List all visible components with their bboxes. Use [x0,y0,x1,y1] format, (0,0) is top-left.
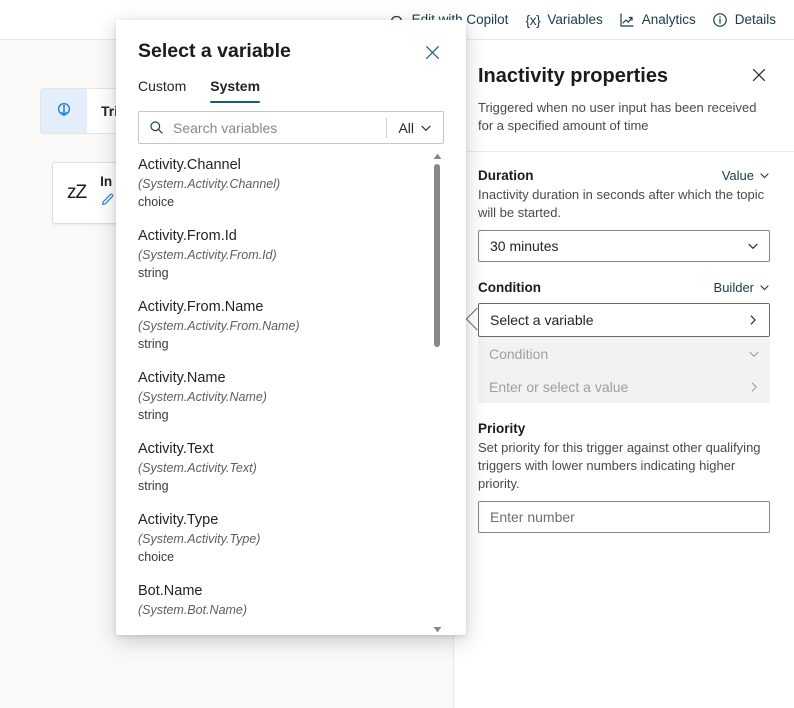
page-title: Inactivity properties [478,65,669,87]
dialog-header: Select a variable [116,20,466,64]
variable-name: Activity.Channel [138,157,241,173]
search-bar: Search variables All [138,111,444,144]
pane-subtitle: Triggered when no user input has been re… [478,100,757,133]
condition-operator-select: Condition [489,337,760,370]
pane-header: Inactivity properties Triggered when no … [454,40,794,152]
scrollbar-thumb[interactable] [434,164,440,347]
search-icon [139,120,173,135]
variable-list-wrapper: Activity.Channel (System.Activity.Channe… [138,150,444,635]
list-item[interactable]: Activity.Type (System.Activity.Type) cho… [138,505,422,576]
close-icon[interactable] [748,64,770,86]
toolbar-item-label: Variables [547,11,603,27]
tab-label: Custom [138,78,187,94]
duration-field-group: Duration Value Inactivity duration in se… [478,168,770,262]
variable-list[interactable]: Activity.Channel (System.Activity.Channe… [138,150,444,635]
variables-braces-icon: {x} [525,11,541,28]
toolbar-item-label: Analytics [641,11,696,27]
inactivity-properties-pane: Inactivity properties Triggered when no … [453,40,794,708]
list-item[interactable]: Activity.From.Name (System.Activity.From… [138,292,422,363]
variable-path: (System.Activity.From.Id) [138,248,277,262]
variable-path: (System.Activity.From.Name) [138,319,300,333]
pencil-edit-icon[interactable] [100,191,116,212]
node-title: In [100,174,113,189]
close-icon[interactable] [420,40,444,64]
variable-path: (System.Activity.Text) [138,461,257,475]
scrollbar-track[interactable] [434,164,440,621]
search-input[interactable]: Search variables [173,120,386,136]
variable-type: string [138,408,169,422]
chevron-down-icon [759,170,770,181]
priority-label: Priority [478,421,526,436]
toolbar-item-label: Details [734,11,776,27]
priority-field-group: Priority Set priority for this trigger a… [478,421,770,533]
priority-description: Set priority for this trigger against ot… [478,440,761,491]
tab-custom[interactable]: Custom [138,78,186,103]
list-item[interactable]: Activity.Text (System.Activity.Text) str… [138,434,422,505]
chevron-down-icon [747,240,759,252]
scroll-down-arrow-icon[interactable] [431,623,443,635]
condition-value-placeholder: Enter or select a value [489,378,629,395]
trigger-chip-label: Tri [101,103,119,119]
variable-path: (System.Activity.Type) [138,532,261,546]
chevron-down-icon [420,122,432,134]
list-item[interactable]: Bot.Name (System.Bot.Name) [138,576,422,629]
variable-name: Activity.From.Id [138,228,237,244]
chevron-down-icon [748,348,760,360]
tab-label: System [210,78,261,94]
condition-mode-selector[interactable]: Builder [714,280,770,295]
condition-value-select: Enter or select a value [489,370,760,403]
variable-name: Activity.Text [138,441,214,457]
variable-name: Bot.Name [138,583,203,599]
duration-label: Duration [478,168,534,183]
condition-variable-placeholder: Select a variable [490,312,594,328]
variable-path: (System.Bot.Name) [138,603,248,617]
variable-type: string [138,479,169,493]
condition-disabled-block: Condition Enter or select a value [478,337,770,403]
priority-placeholder: Enter number [490,509,575,525]
search-filter-dropdown[interactable]: All [387,120,443,136]
condition-field-group: Condition Builder Select a variable Cond… [465,280,770,403]
variable-type: choice [138,550,175,564]
trigger-bolt-icon [41,89,87,133]
dialog-title: Select a variable [138,40,291,62]
list-item[interactable]: Activity.Name (System.Activity.Name) str… [138,363,422,434]
list-item[interactable]: Activity.Channel (System.Activity.Channe… [138,150,422,221]
chevron-down-icon [759,282,770,293]
variable-path: (System.Activity.Channel) [138,177,281,191]
variable-list-scrollbar[interactable] [430,150,444,635]
tab-system[interactable]: System [210,78,260,103]
duration-mode-label: Value [721,168,754,183]
variable-path: (System.Activity.Name) [138,390,267,404]
toolbar-item-analytics[interactable]: Analytics [611,7,704,32]
condition-label: Condition [478,280,541,295]
condition-mode-label: Builder [713,280,754,295]
chevron-right-icon [748,381,760,393]
priority-input[interactable]: Enter number [478,501,770,533]
search-filter-label: All [398,119,414,136]
list-item[interactable]: Activity.From.Id (System.Activity.From.I… [138,221,422,292]
duration-select[interactable]: 30 minutes [478,230,770,262]
toolbar-item-variables[interactable]: {x} Variables [516,7,610,32]
scroll-up-arrow-icon[interactable] [431,150,443,162]
condition-operator-placeholder: Condition [489,345,549,362]
sleep-zzz-icon: zZ [67,182,87,203]
variable-type: string [138,266,169,280]
toolbar-item-details[interactable]: Details [704,7,784,32]
variable-name: Activity.Name [138,370,226,386]
variable-name: Activity.Type [138,512,219,528]
duration-description: Inactivity duration in seconds after whi… [478,187,765,220]
duration-value: 30 minutes [490,238,559,254]
select-variable-dialog: Select a variable Custom System Search v… [116,20,466,635]
variable-type: string [138,337,169,351]
analytics-chart-icon [619,11,636,28]
condition-variable-select[interactable]: Select a variable [478,303,770,337]
duration-mode-selector[interactable]: Value [722,168,770,183]
variable-name: Activity.From.Name [138,299,264,315]
info-circle-icon [712,11,729,28]
dialog-tabs: Custom System [116,64,466,103]
chevron-right-icon [747,314,759,326]
variable-type: choice [138,195,175,209]
